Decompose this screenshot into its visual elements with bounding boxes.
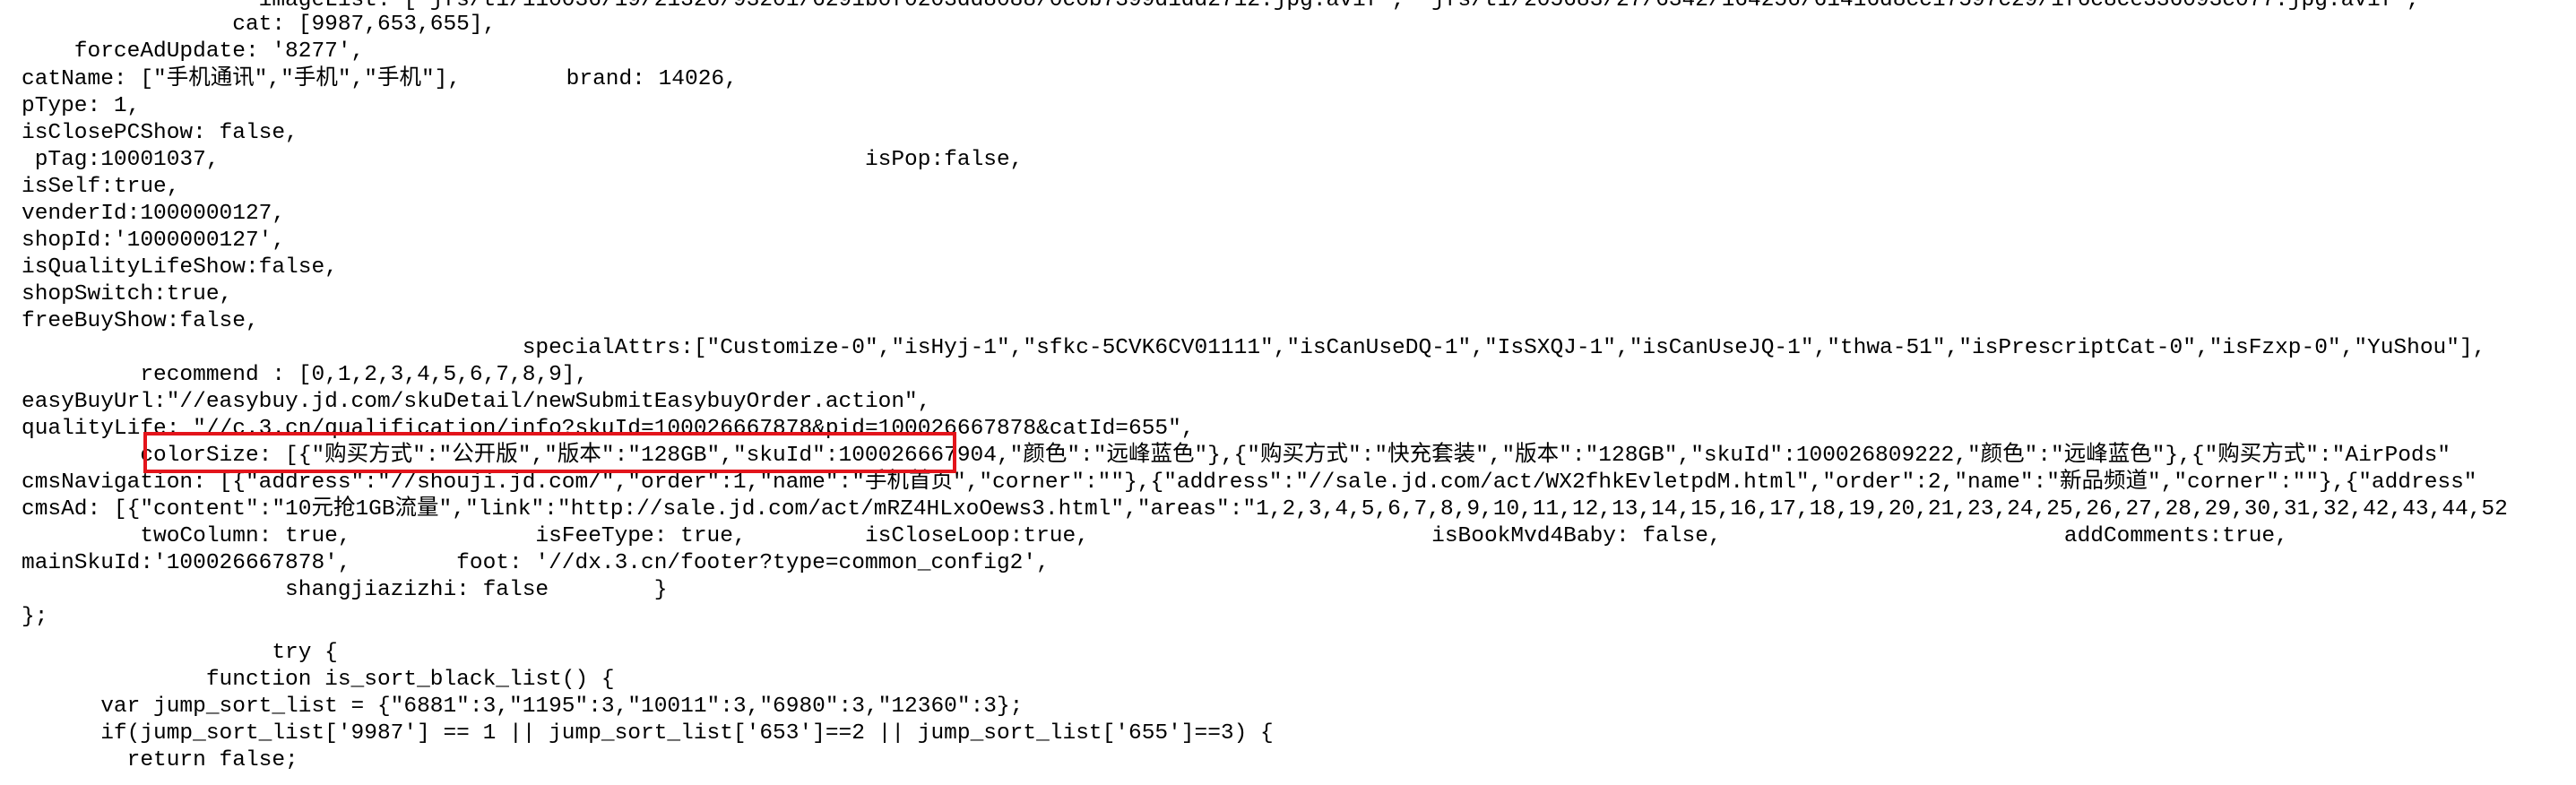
- code-line: catName: ["手机通讯","手机","手机"], brand: 1402…: [22, 67, 738, 91]
- code-line: isSelf:true,: [22, 175, 180, 199]
- code-line: function is_sort_black_list() {: [22, 668, 615, 692]
- code-line: try {: [22, 641, 338, 665]
- code-line: isQualityLifeShow:false,: [22, 255, 338, 280]
- code-line: return false;: [22, 748, 298, 772]
- code-line: forceAdUpdate: '8277',: [22, 39, 365, 64]
- code-line: shopSwitch:true,: [22, 282, 233, 306]
- code-line: };: [22, 605, 48, 629]
- code-line: var jump_sort_list = {"6881":3,"1195":3,…: [22, 694, 1024, 719]
- code-line: twoColumn: true, isFeeType: true, isClos…: [22, 524, 2288, 548]
- code-line: recommend : [0,1,2,3,4,5,6,7,8,9],: [22, 363, 589, 387]
- code-line: cmsNavigation: [{"address":"//shouji.jd.…: [22, 470, 2477, 495]
- code-line: venderId:1000000127,: [22, 202, 286, 226]
- code-line: if(jump_sort_list['9987'] == 1 || jump_s…: [22, 721, 1274, 746]
- code-line: pTag:10001037, isPop:false,: [22, 148, 1024, 172]
- page-source-view: imageList: ["jfs/t1/110036/19/21326/9320…: [0, 0, 2576, 785]
- code-line: specialAttrs:["Customize-0","isHyj-1","s…: [22, 336, 2486, 360]
- code-line: mainSkuId:'100026667878', foot: '//dx.3.…: [22, 551, 1050, 575]
- code-line: easyBuyUrl:"//easybuy.jd.com/skuDetail/n…: [22, 390, 931, 414]
- code-line: shopId:'1000000127',: [22, 229, 286, 253]
- code-line: cat: [9987,653,655],: [22, 13, 497, 37]
- code-line: cmsAd: [{"content":"10元抢1GB流量","link":"h…: [22, 497, 2508, 522]
- code-line: pType: 1,: [22, 94, 141, 118]
- code-line: isClosePCShow: false,: [22, 121, 298, 145]
- code-line: freeBuyShow:false,: [22, 309, 259, 333]
- code-line: shangjiazizhi: false }: [22, 578, 668, 602]
- highlight-box: [143, 432, 956, 473]
